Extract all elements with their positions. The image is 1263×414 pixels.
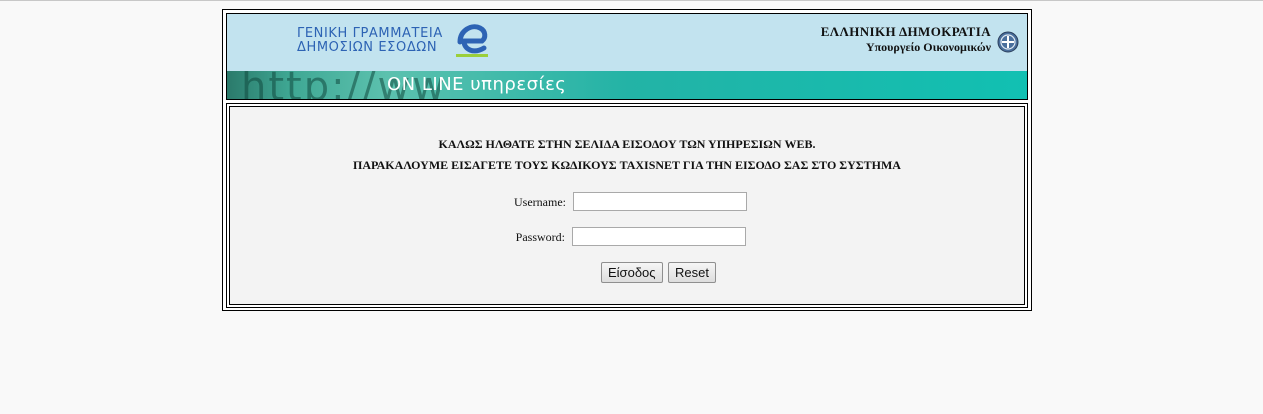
login-form: ΚΑΛΩΣ ΗΛΘΑΤΕ ΣΤΗΝ ΣΕΛΙΔΑ ΕΙΣΟΔΟΥ ΤΩΝ ΥΠΗ… [229,106,1025,305]
ministry-name: Υπουργείο Οικονομικών [865,40,991,54]
password-label: Password: [515,230,565,244]
password-input[interactable] [572,227,746,246]
welcome-message: ΚΑΛΩΣ ΗΛΘΑΤΕ ΣΤΗΝ ΣΕΛΙΔΑ ΕΙΣΟΔΟΥ ΤΩΝ ΥΠΗ… [230,134,1024,176]
reset-button[interactable]: Reset [668,262,716,283]
welcome-line1: ΚΑΛΩΣ ΗΛΘΑΤΕ ΣΤΗΝ ΣΕΛΙΔΑ ΕΙΣΟΔΟΥ ΤΩΝ ΥΠΗ… [438,137,816,151]
government-name: ΕΛΛΗΝΙΚΗ ΔΗΜΟΚΡΑΤΙΑ [820,24,991,39]
banner-services-text: ON LINE υπηρεσίες [387,74,567,95]
welcome-line2: ΠΑΡΑΚΑΛΟΥΜΕ ΕΙΣΑΓΕΤΕ ΤΟΥΣ ΚΩΔΙΚΟΥΣ TAXIS… [353,158,901,172]
username-label: Username: [514,195,566,209]
header: ΓΕΝΙΚΗ ΓΡΑΜΜΑΤΕΙΑ ΔΗΜΟΣΙΩΝ ΕΣΟΔΩΝ ΕΛΛΗΝΙ… [226,13,1028,100]
page: { "header": { "gsis_line1": "ΓΕΝΙΚΗ ΓΡΑΜ… [0,0,1263,414]
login-submit-button[interactable]: Είσοδος [601,262,663,283]
e-logo-icon [456,24,488,57]
online-services-banner: http://ww ON LINE υπηρεσίες [227,71,1027,99]
login-panel: ΚΑΛΩΣ ΗΛΘΑΤΕ ΣΤΗΝ ΣΕΛΙΔΑ ΕΙΣΟΔΟΥ ΤΩΝ ΥΠΗ… [226,103,1028,308]
gsis-logo: ΓΕΝΙΚΗ ΓΡΑΜΜΑΤΕΙΑ ΔΗΜΟΣΙΩΝ ΕΣΟΔΩΝ [297,27,443,55]
gsis-logo-line1: ΓΕΝΙΚΗ ΓΡΑΜΜΑΤΕΙΑ [297,26,443,41]
greek-emblem-icon [997,31,1019,53]
page-frame: ΓΕΝΙΚΗ ΓΡΑΜΜΑΤΕΙΑ ΔΗΜΟΣΙΩΝ ΕΣΟΔΩΝ ΕΛΛΗΝΙ… [222,9,1032,311]
government-title: ΕΛΛΗΝΙΚΗ ΔΗΜΟΚΡΑΤΙΑ Υπουργείο Οικονομικώ… [821,24,991,54]
username-input[interactable] [573,192,747,211]
header-top: ΓΕΝΙΚΗ ΓΡΑΜΜΑΤΕΙΑ ΔΗΜΟΣΙΩΝ ΕΣΟΔΩΝ ΕΛΛΗΝΙ… [227,14,1027,71]
gsis-logo-line2: ΔΗΜΟΣΙΩΝ ΕΣΟΔΩΝ [297,40,438,55]
